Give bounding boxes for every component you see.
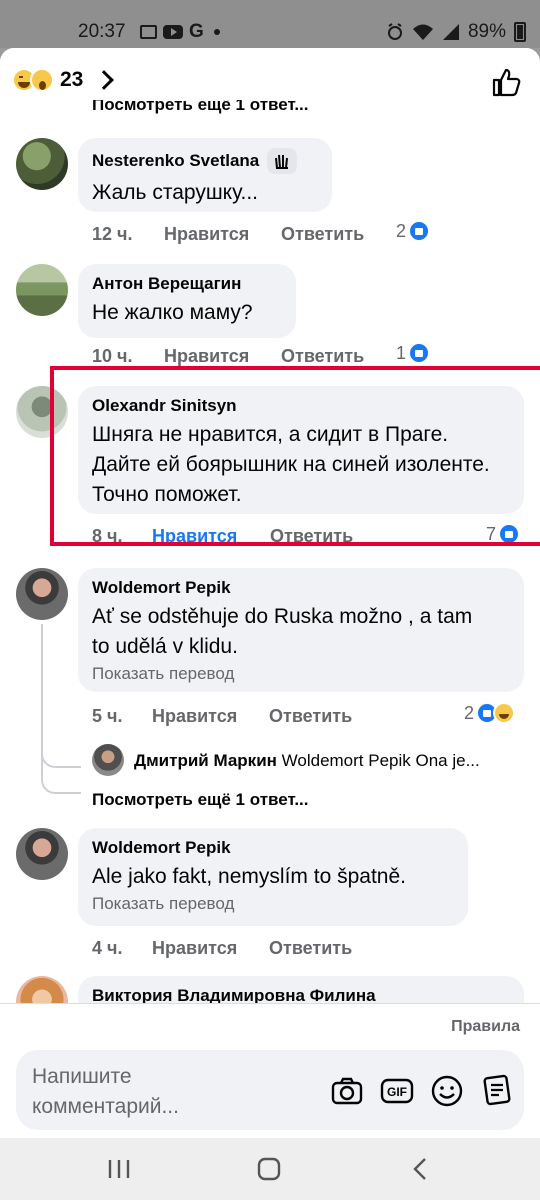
- gallery-icon: [140, 25, 157, 39]
- reply-button[interactable]: Ответить: [269, 938, 352, 959]
- comment-actions: 8 ч. Нравится Ответить: [92, 526, 532, 546]
- haha-reaction-icon: [493, 702, 516, 724]
- like-comment-button[interactable]: Нравится: [164, 224, 249, 245]
- comment-reactions[interactable]: 2: [396, 220, 431, 242]
- comment-author[interactable]: Woldemort Pepik: [92, 578, 510, 598]
- reaction-count: 2: [464, 702, 475, 723]
- battery-icon: [514, 22, 526, 42]
- reply-button[interactable]: Ответить: [270, 526, 353, 546]
- more-notifications-icon: [213, 29, 220, 35]
- reaction-count: 7: [486, 523, 497, 544]
- show-translation-link[interactable]: Показать перевод: [92, 664, 510, 684]
- battery-percent: 89%: [467, 21, 506, 42]
- thread-connector: [41, 764, 81, 794]
- comment-author[interactable]: Woldemort Pepik: [92, 838, 454, 858]
- comment-text: Жаль старушку...: [92, 181, 259, 204]
- google-icon: G: [189, 21, 204, 42]
- like-reaction-icon: [408, 342, 431, 364]
- comment-composer-area: Правила Напишите комментарий... GIF: [0, 1003, 540, 1138]
- comment-text: Шняга не нравится, а сидит в Праге. Дайт…: [92, 423, 490, 506]
- comment-text: Ale jako fakt, nemyslím to špatně.: [92, 865, 406, 888]
- home-button[interactable]: [252, 1152, 286, 1186]
- sticker-icon[interactable]: [480, 1074, 514, 1108]
- signal-icon: [442, 24, 459, 40]
- navigation-bar: [0, 1138, 540, 1200]
- show-translation-link[interactable]: Показать перевод: [92, 894, 454, 914]
- comment-reactions[interactable]: 2: [464, 702, 516, 724]
- status-bar: 20:37 G 89%: [0, 0, 540, 48]
- comment-time: 12 ч.: [92, 224, 133, 244]
- reaction-count: 23: [60, 68, 84, 91]
- comment-bubble[interactable]: Nesterenko Svetlana Жаль старушку...: [78, 138, 332, 212]
- comment-actions: 12 ч. Нравится Ответить: [92, 224, 532, 248]
- comment-bubble[interactable]: Woldemort Pepik Ať se odstěhuje do Ruska…: [78, 568, 524, 692]
- wave-badge-icon: [267, 148, 298, 174]
- sheet-header: 23 Посмотреть ещё 1 ответ...: [0, 48, 540, 116]
- comment-time: 5 ч.: [92, 706, 123, 726]
- like-reaction-icon: [498, 523, 521, 545]
- comment-time: 10 ч.: [92, 346, 133, 366]
- chevron-right-icon: [94, 70, 115, 90]
- reply-avatar[interactable]: [92, 744, 124, 776]
- like-comment-button[interactable]: Нравится: [152, 938, 237, 959]
- wifi-icon: [412, 24, 433, 40]
- wow-reaction-icon: [30, 68, 54, 92]
- composer-tools: GIF: [330, 1074, 514, 1108]
- comments-sheet: 23 Посмотреть ещё 1 ответ... Nesterenko …: [0, 48, 540, 1138]
- system-icons: 89%: [386, 21, 526, 43]
- comment-placeholder: Напишите комментарий...: [32, 1065, 179, 1118]
- more-replies-link[interactable]: Посмотреть ещё 1 ответ...: [92, 790, 308, 810]
- comment-time: 4 ч.: [92, 938, 123, 958]
- comment-text: Не жалко маму?: [92, 301, 253, 324]
- gif-icon[interactable]: GIF: [380, 1074, 414, 1108]
- comment-reactions[interactable]: 1: [396, 342, 431, 364]
- like-comment-button[interactable]: Нравится: [164, 346, 249, 367]
- alarm-icon: [387, 23, 402, 40]
- avatar[interactable]: [16, 568, 68, 620]
- comment-bubble[interactable]: Woldemort Pepik Ale jako fakt, nemyslím …: [78, 828, 468, 926]
- camera-icon[interactable]: [330, 1074, 364, 1108]
- comment-author-row: Nesterenko Svetlana: [92, 148, 318, 174]
- reply-button[interactable]: Ответить: [281, 346, 364, 367]
- comment-time: 8 ч.: [92, 526, 123, 546]
- avatar[interactable]: [16, 828, 68, 880]
- comment-text: Ať se odstěhuje do Ruska možno , a tam t…: [92, 605, 473, 658]
- comment-actions: 10 ч. Нравится Ответить: [92, 346, 532, 370]
- comment-author[interactable]: Olexandr Sinitsyn: [92, 396, 510, 416]
- like-reaction-icon: [408, 220, 431, 242]
- rules-link[interactable]: Правила: [451, 1018, 520, 1036]
- avatar[interactable]: [16, 386, 68, 438]
- more-replies-link-partial[interactable]: Посмотреть ещё 1 ответ...: [92, 100, 308, 116]
- avatar[interactable]: [16, 138, 68, 190]
- comment-reactions[interactable]: 7: [486, 522, 521, 546]
- gif-label: GIF: [387, 1085, 407, 1099]
- youtube-icon: [163, 25, 183, 39]
- status-time: 20:37: [78, 21, 126, 42]
- comment-input[interactable]: Напишите комментарий... GIF: [16, 1050, 524, 1130]
- like-post-button[interactable]: [490, 66, 522, 98]
- reply-text: Woldemort Pepik Ona je...: [281, 751, 480, 770]
- reply-author: Дмитрий Маркин: [134, 751, 277, 770]
- back-button[interactable]: [404, 1152, 438, 1186]
- comment-actions: 4 ч. Нравится Ответить: [92, 938, 532, 962]
- comment-bubble[interactable]: Olexandr Sinitsyn Шняга не нравится, а с…: [78, 386, 524, 514]
- reaction-count: 2: [396, 220, 407, 241]
- comment-bubble[interactable]: Антон Верещагин Не жалко маму?: [78, 264, 296, 338]
- reply-button[interactable]: Ответить: [281, 224, 364, 245]
- reply-preview[interactable]: Дмитрий Маркин Woldemort Pepik Ona je...: [134, 751, 480, 771]
- reactions-summary[interactable]: 23: [12, 68, 115, 92]
- like-comment-button[interactable]: Нравится: [152, 706, 237, 727]
- comment-author[interactable]: Антон Верещагин: [92, 274, 282, 294]
- recent-apps-button[interactable]: [102, 1152, 136, 1186]
- notification-icons: G: [140, 21, 220, 43]
- avatar[interactable]: [16, 264, 68, 316]
- emoji-icon[interactable]: [430, 1074, 464, 1108]
- comment-author[interactable]: Nesterenko Svetlana: [92, 151, 259, 171]
- reply-button[interactable]: Ответить: [269, 706, 352, 727]
- reaction-count: 1: [396, 342, 407, 363]
- like-comment-button[interactable]: Нравится: [152, 526, 237, 546]
